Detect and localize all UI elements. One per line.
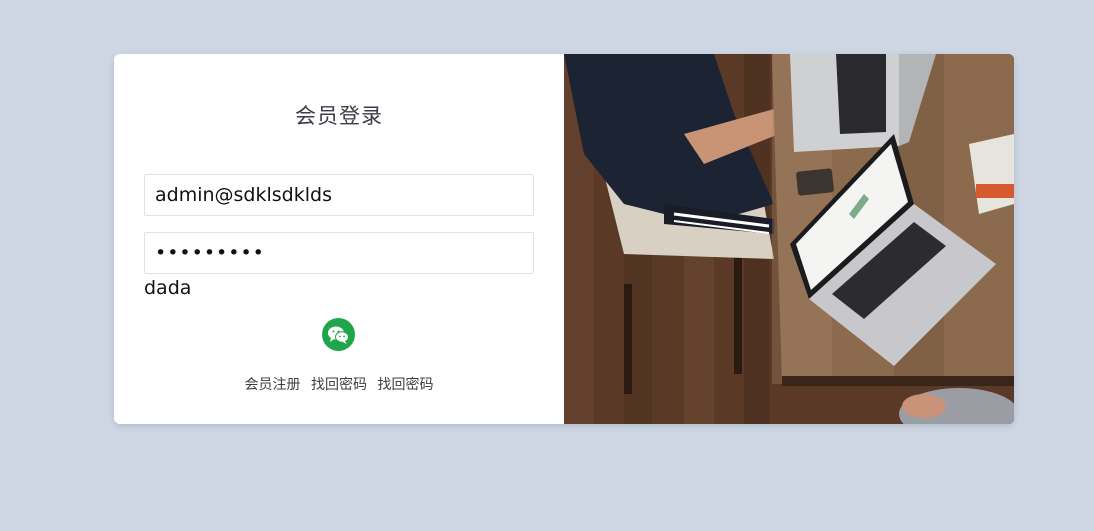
- footer-links: 会员注册 找回密码 找回密码: [114, 374, 564, 394]
- login-form-pane: 会员登录 dada 会员注册 找回密码 找回密码: [114, 54, 564, 424]
- login-card: 会员登录 dada 会员注册 找回密码 找回密码: [114, 54, 1014, 424]
- register-link[interactable]: 会员注册: [245, 377, 301, 393]
- wechat-login-button[interactable]: [322, 318, 355, 351]
- extra-text: dada: [144, 277, 192, 299]
- hero-photo: [564, 54, 1014, 424]
- find-password-link-1[interactable]: 找回密码: [311, 377, 367, 393]
- find-password-link-2[interactable]: 找回密码: [377, 377, 433, 393]
- login-title: 会员登录: [295, 104, 383, 128]
- password-input[interactable]: [144, 232, 534, 274]
- username-input[interactable]: [144, 174, 534, 216]
- wechat-icon: [328, 326, 349, 344]
- laptop-desk-illustration: [564, 54, 1014, 424]
